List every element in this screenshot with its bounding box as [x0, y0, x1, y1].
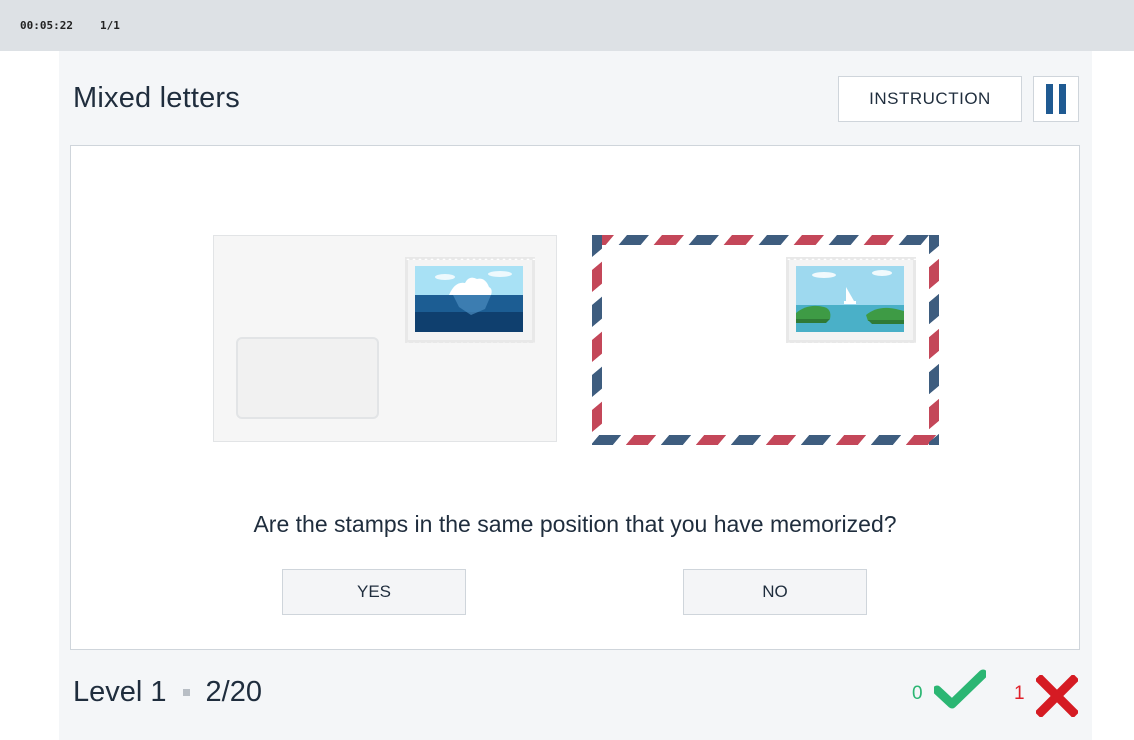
yes-button[interactable]: YES [282, 569, 466, 615]
pause-icon [1046, 84, 1053, 114]
island-stamp [786, 257, 916, 343]
pause-button[interactable] [1033, 76, 1079, 122]
wrong-count: 1 [1014, 683, 1025, 704]
timer: 00:05:22 [20, 19, 73, 32]
no-button[interactable]: NO [683, 569, 867, 615]
question-text: Are the stamps in the same position that… [253, 511, 897, 537]
level-progress: 2/20 [205, 676, 262, 708]
status-bar: 00:05:22 1/1 [0, 0, 1134, 51]
level-separator [182, 689, 190, 696]
correct-count: 0 [912, 683, 923, 704]
instruction-button[interactable]: INSTRUCTION [838, 76, 1022, 122]
task-counter: 1/1 [99, 19, 120, 32]
check-icon [934, 669, 986, 709]
cross-icon [1036, 675, 1078, 717]
page-title: Mixed letters [73, 82, 240, 114]
level-label: Level 1 [73, 676, 167, 708]
envelope-window [236, 337, 379, 419]
level-indicator: Level 1 2/20 [73, 676, 262, 709]
pause-icon-bar [1059, 84, 1066, 114]
iceberg-stamp [405, 257, 535, 343]
